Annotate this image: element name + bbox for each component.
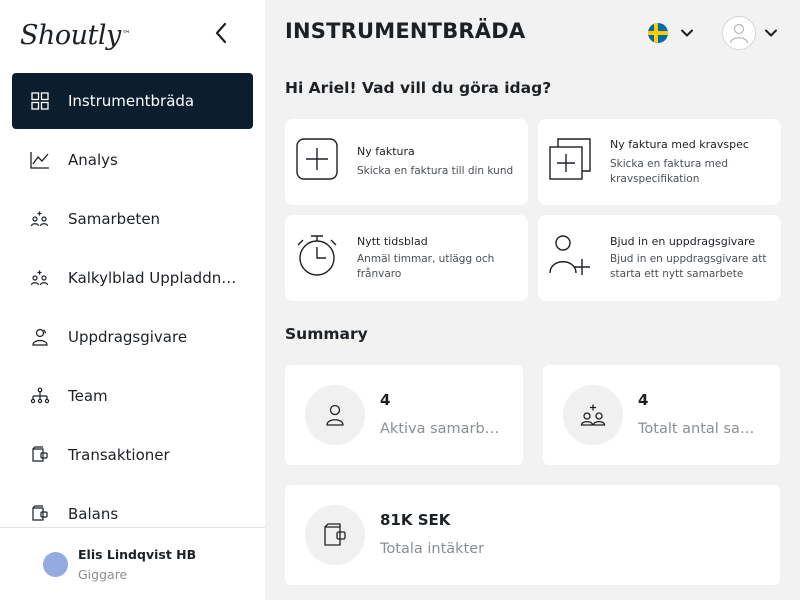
- sidebar-nav: Instrumentbräda Analys Samarbeten Kalkyl…: [12, 73, 253, 545]
- sidebar-item-label: Samarbeten: [68, 210, 161, 228]
- sidebar-item-samarbeten[interactable]: Samarbeten: [12, 191, 253, 247]
- sidebar-item-label: Kalkylblad Uppladdningar: [68, 269, 238, 287]
- action-title: Ny faktura med kravspec: [610, 138, 749, 151]
- total-collaborations-card[interactable]: 4 Totalt antal samarbeten: [543, 365, 780, 465]
- add-user-icon: [549, 235, 590, 275]
- chevron-down-icon: [681, 29, 693, 37]
- collapse-sidebar-button[interactable]: [208, 20, 234, 46]
- new-timesheet-card[interactable]: Nytt tidsblad Anmäl timmar, utlägg och f…: [285, 215, 528, 301]
- people-plus-icon: [30, 209, 50, 229]
- total-revenue-card[interactable]: 81K SEK Totala intäkter: [285, 485, 780, 585]
- invite-client-card[interactable]: Bjud in en uppdragsgivare Bjud in en upp…: [538, 215, 781, 301]
- action-description: Skicka en faktura till din kund: [357, 165, 514, 177]
- action-title: Bjud in en uppdragsgivare: [610, 235, 756, 248]
- user-avatar-icon: [722, 16, 756, 50]
- stat-label: Aktiva samarbeten: [380, 421, 505, 437]
- sidebar-item-label: Analys: [68, 151, 118, 169]
- people-plus-icon: [563, 385, 623, 445]
- action-description: Bjud in en uppdragsgivare att starta ett…: [610, 253, 767, 280]
- wallet-icon: [30, 445, 50, 465]
- chevron-down-icon: [765, 29, 777, 37]
- stat-label: Totala intäkter: [380, 541, 485, 557]
- people-plus-icon: [30, 268, 50, 288]
- line-chart-icon: [30, 150, 50, 170]
- user-name: Elis Lindqvist HB: [78, 547, 197, 562]
- sidebar-item-analys[interactable]: Analys: [12, 132, 253, 188]
- brand-trademark: ™: [121, 30, 131, 40]
- chevron-left-icon: [215, 22, 227, 44]
- sidebar: Shoutly ™ Instrumentbräda Analys Samarbet…: [0, 0, 265, 600]
- sidebar-item-label: Transaktioner: [68, 446, 170, 464]
- user-role: Giggare: [78, 567, 128, 582]
- stat-value: 4: [380, 391, 391, 409]
- greeting: Hi Ariel! Vad vill du göra idag?: [285, 79, 552, 97]
- sidebar-item-instrumentbrada[interactable]: Instrumentbräda: [12, 73, 253, 129]
- profile-menu-button[interactable]: [722, 16, 778, 50]
- language-selector[interactable]: [648, 20, 698, 46]
- page-title: INSTRUMENTBRÄDA: [285, 19, 526, 43]
- action-description: Anmäl timmar, utlägg och frånvaro: [357, 253, 495, 280]
- team-tree-icon: [30, 386, 50, 406]
- account-switcher[interactable]: Elis Lindqvist HB Giggare: [0, 527, 265, 600]
- new-invoice-with-spec-card[interactable]: Ny faktura med kravspec Skicka en faktur…: [538, 119, 781, 205]
- new-invoice-card[interactable]: Ny faktura Skicka en faktura till din ku…: [285, 119, 528, 205]
- sidebar-item-team[interactable]: Team: [12, 368, 253, 424]
- client-icon: [30, 327, 50, 347]
- avatar: [43, 552, 68, 577]
- sidebar-item-label: Team: [68, 387, 108, 405]
- sidebar-item-label: Instrumentbräda: [68, 92, 195, 110]
- wallet-icon: [30, 504, 50, 524]
- sidebar-item-kalkylblad[interactable]: Kalkylblad Uppladdningar: [12, 250, 253, 306]
- brand-name: Shoutly: [20, 19, 121, 51]
- person-icon: [305, 385, 365, 445]
- sidebar-item-label: Uppdragsgivare: [68, 328, 188, 346]
- active-collaborations-card[interactable]: 4 Aktiva samarbeten: [285, 365, 523, 465]
- action-title: Ny faktura: [357, 145, 415, 158]
- action-description: Skicka en faktura med kravspecifikation: [610, 158, 728, 185]
- stat-label: Totalt antal samarbeten: [638, 421, 763, 437]
- sidebar-item-label: Balans: [68, 505, 119, 523]
- sidebar-item-uppdragsgivare[interactable]: Uppdragsgivare: [12, 309, 253, 365]
- dashboard-grid-icon: [30, 91, 50, 111]
- stat-value: 4: [638, 391, 649, 409]
- stopwatch-icon: [297, 235, 337, 276]
- sidebar-item-transaktioner[interactable]: Transaktioner: [12, 427, 253, 483]
- wallet-icon: [305, 505, 365, 565]
- action-title: Nytt tidsblad: [357, 235, 428, 248]
- summary-title: Summary: [285, 325, 368, 343]
- sweden-flag-icon: [648, 23, 668, 43]
- stat-value: 81K SEK: [380, 511, 451, 529]
- brand-logo[interactable]: Shoutly ™: [20, 17, 131, 53]
- add-document-icon: [549, 138, 591, 180]
- add-square-icon: [296, 138, 338, 180]
